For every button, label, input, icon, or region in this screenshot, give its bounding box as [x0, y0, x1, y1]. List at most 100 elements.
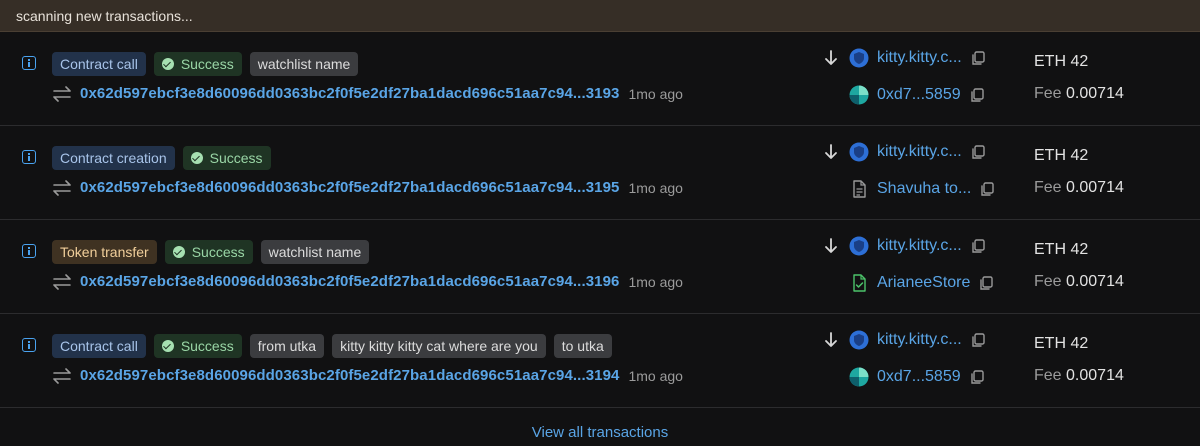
shield-icon — [849, 48, 869, 68]
tx-hash-line: 0x62d597ebcf3e8d60096dd0363bc2f0f5e2df27… — [52, 85, 683, 102]
status-badge: Success — [153, 52, 242, 76]
fee-value: 0.00714 — [1066, 273, 1124, 290]
tx-hash-line: 0x62d597ebcf3e8d60096dd0363bc2f0f5e2df27… — [52, 179, 683, 196]
to-address: Shavuha to... — [849, 179, 994, 199]
watchlist-tag[interactable]: kitty kitty kitty cat where are you — [332, 334, 546, 358]
arrow-down-icon — [825, 238, 837, 253]
tx-hash-link[interactable]: 0x62d597ebcf3e8d60096dd0363bc2f0f5e2df27… — [80, 273, 619, 290]
tx-type-badge: Contract call — [52, 52, 146, 76]
fee-value: 0.00714 — [1066, 367, 1124, 384]
copy-icon[interactable] — [970, 87, 984, 103]
arrow-down-icon — [825, 144, 837, 159]
watchlist-tag[interactable]: watchlist name — [249, 52, 359, 76]
watchlist-tag[interactable]: to utka — [553, 334, 612, 358]
to-address: ArianeeStore — [849, 273, 994, 293]
tx-amount: ETH 42 — [1034, 241, 1089, 258]
tx-fee: Fee 0.00714 — [1034, 85, 1124, 103]
tx-age: 1mo ago — [628, 179, 683, 196]
from-address-link[interactable]: kitty.kitty.c... — [877, 331, 962, 349]
tx-fee: Fee 0.00714 — [1034, 367, 1124, 385]
status-label: Success — [180, 56, 234, 72]
status-badge: Success — [182, 146, 271, 170]
fee-label: Fee — [1034, 179, 1062, 196]
copy-icon[interactable] — [980, 181, 994, 197]
tx-fee: Fee 0.00714 — [1034, 273, 1124, 291]
tx-age: 1mo ago — [628, 85, 683, 102]
success-check-icon — [161, 58, 174, 70]
status-label: Success — [209, 150, 263, 166]
info-icon[interactable] — [22, 56, 36, 70]
tx-hash-link[interactable]: 0x62d597ebcf3e8d60096dd0363bc2f0f5e2df27… — [80, 367, 619, 384]
to-address-link[interactable]: ArianeeStore — [877, 274, 970, 292]
info-icon[interactable] — [22, 150, 36, 164]
from-address: kitty.kitty.c... — [822, 236, 985, 256]
tx-type-badge: Token transfer — [52, 240, 157, 264]
tx-tags: Contract call Success watchlist name — [52, 52, 359, 76]
fee-value: 0.00714 — [1066, 179, 1124, 196]
fee-value: 0.00714 — [1066, 85, 1124, 102]
from-address: kitty.kitty.c... — [822, 48, 985, 68]
watchlist-tag[interactable]: from utka — [249, 334, 325, 358]
success-check-icon — [190, 152, 203, 164]
tx-tags: Contract creation Success — [52, 146, 271, 170]
tx-amount: ETH 42 — [1034, 147, 1089, 164]
copy-icon[interactable] — [971, 238, 985, 254]
verified-contract-icon — [853, 274, 866, 292]
view-all-transactions-link[interactable]: View all transactions — [0, 424, 1200, 441]
copy-icon[interactable] — [971, 50, 985, 66]
tx-type-badge: Contract call — [52, 334, 146, 358]
success-check-icon — [161, 340, 174, 352]
fee-label: Fee — [1034, 85, 1062, 102]
to-address-link[interactable]: 0xd7...5859 — [877, 86, 961, 104]
fee-label: Fee — [1034, 273, 1062, 290]
to-address: 0xd7...5859 — [849, 85, 984, 105]
from-address: kitty.kitty.c... — [822, 330, 985, 350]
info-icon[interactable] — [22, 338, 36, 352]
tx-tags: Contract call Success from utka kitty kitty… — [52, 334, 612, 358]
tx-hash-line: 0x62d597ebcf3e8d60096dd0363bc2f0f5e2df27… — [52, 367, 683, 384]
success-check-icon — [172, 246, 185, 258]
tx-hash-link[interactable]: 0x62d597ebcf3e8d60096dd0363bc2f0f5e2df27… — [80, 179, 619, 196]
transaction-row: Contract call Success watchlist name 0x62d5… — [0, 32, 1200, 126]
transaction-row: Contract call Success from utka kitty kitty… — [0, 314, 1200, 408]
tx-type-badge: Contract creation — [52, 146, 175, 170]
from-address-link[interactable]: kitty.kitty.c... — [877, 237, 962, 255]
status-label: Success — [191, 244, 245, 260]
swap-icon — [53, 273, 71, 290]
identicon-icon — [849, 85, 869, 105]
scanning-status-banner: scanning new transactions... — [0, 0, 1200, 32]
identicon-icon — [849, 367, 869, 387]
from-address-link[interactable]: kitty.kitty.c... — [877, 143, 962, 161]
status-badge: Success — [153, 334, 242, 358]
status-badge: Success — [164, 240, 253, 264]
tx-age: 1mo ago — [628, 367, 683, 384]
tx-amount: ETH 42 — [1034, 335, 1089, 352]
shield-icon — [849, 142, 869, 162]
copy-icon[interactable] — [971, 332, 985, 348]
tx-hash-line: 0x62d597ebcf3e8d60096dd0363bc2f0f5e2df27… — [52, 273, 683, 290]
arrow-down-icon — [825, 50, 837, 65]
shield-icon — [849, 236, 869, 256]
arrow-down-icon — [825, 332, 837, 347]
shield-icon — [849, 330, 869, 350]
to-address-link[interactable]: Shavuha to... — [877, 180, 971, 198]
fee-label: Fee — [1034, 367, 1062, 384]
tx-amount: ETH 42 — [1034, 53, 1089, 70]
document-icon — [853, 180, 866, 198]
copy-icon[interactable] — [979, 275, 994, 291]
info-icon[interactable] — [22, 244, 36, 258]
watchlist-tag[interactable]: watchlist name — [260, 240, 370, 264]
tx-tags: Token transfer Success watchlist name — [52, 240, 370, 264]
tx-fee: Fee 0.00714 — [1034, 179, 1124, 197]
tx-hash-link[interactable]: 0x62d597ebcf3e8d60096dd0363bc2f0f5e2df27… — [80, 85, 619, 102]
copy-icon[interactable] — [971, 144, 985, 160]
status-label: Success — [180, 338, 234, 354]
tx-age: 1mo ago — [628, 273, 683, 290]
copy-icon[interactable] — [970, 369, 984, 385]
from-address: kitty.kitty.c... — [822, 142, 985, 162]
transaction-row: Token transfer Success watchlist name 0x62d… — [0, 220, 1200, 314]
from-address-link[interactable]: kitty.kitty.c... — [877, 49, 962, 67]
to-address: 0xd7...5859 — [849, 367, 984, 387]
transaction-row: Contract creation Success 0x62d597ebcf3e8d… — [0, 126, 1200, 220]
to-address-link[interactable]: 0xd7...5859 — [877, 368, 961, 386]
